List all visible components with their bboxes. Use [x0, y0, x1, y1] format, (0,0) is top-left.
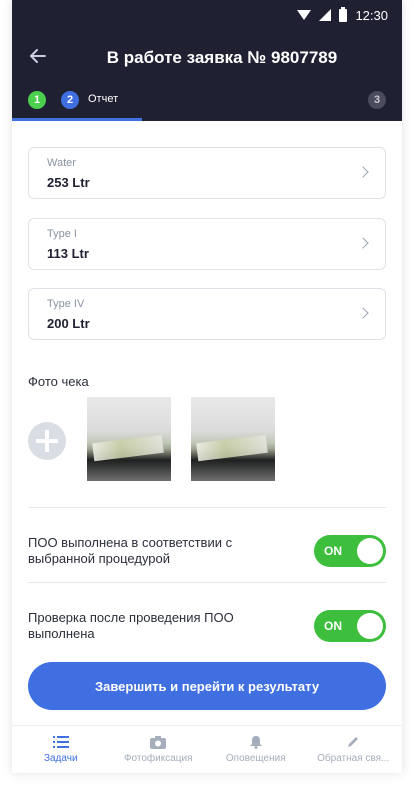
- toggle-knob: [357, 538, 383, 564]
- chevron-right-icon: [357, 166, 369, 178]
- toggle-knob: [357, 613, 383, 639]
- receipt-photo-thumbnail[interactable]: [191, 397, 275, 481]
- photo-section-title: Фото чека: [28, 374, 89, 389]
- divider: [28, 507, 386, 508]
- tab-photo[interactable]: Фотофиксация: [110, 726, 208, 773]
- field-label: Type IV: [47, 298, 85, 310]
- camera-icon: [150, 736, 167, 749]
- battery-icon: [339, 6, 348, 22]
- toggle-check[interactable]: ON: [314, 610, 386, 642]
- header: 12:30 В работе заявка № 9807789 1 2 Отче…: [12, 0, 402, 121]
- field-value: 253 Ltr: [47, 175, 90, 190]
- tab-label: Обратная свя...: [317, 753, 390, 764]
- step-2-label: Отчет: [88, 93, 119, 105]
- pencil-icon: [348, 737, 359, 747]
- list-icon: [52, 736, 69, 748]
- app-screen: 12:30 В работе заявка № 9807789 1 2 Отче…: [12, 0, 402, 773]
- tab-label: Фотофиксация: [123, 753, 193, 764]
- report-form: Water 253 Ltr Type I 113 Ltr Type IV 200…: [12, 121, 402, 725]
- back-arrow-icon[interactable]: [28, 46, 48, 66]
- field-value: 113 Ltr: [47, 246, 89, 261]
- toggle-label-procedure: ПОО выполнена в соответствии с выбранной…: [28, 535, 233, 566]
- status-time: 12:30: [355, 7, 388, 23]
- toggle-state: ON: [324, 544, 342, 558]
- field-value: 200 Ltr: [47, 316, 90, 331]
- tab-label: Задачи: [43, 753, 78, 764]
- tab-label: Оповещения: [225, 753, 286, 764]
- field-label: Water: [47, 157, 76, 169]
- page-title: В работе заявка № 9807789: [106, 48, 338, 67]
- divider: [28, 582, 386, 583]
- finish-button[interactable]: Завершить и перейти к результату: [28, 662, 386, 710]
- field-label: Type I: [47, 228, 77, 240]
- step-2-badge[interactable]: 2: [61, 91, 79, 109]
- add-photo-button[interactable]: [28, 422, 66, 460]
- field-type-i[interactable]: Type I 113 Ltr: [28, 218, 386, 270]
- tab-tasks[interactable]: Задачи: [12, 726, 110, 773]
- receipt-photo-thumbnail[interactable]: [87, 397, 171, 481]
- field-water[interactable]: Water 253 Ltr: [28, 147, 386, 199]
- bell-icon: [249, 736, 262, 749]
- toggle-label-check: Проверка после проведения ПОО выполнена: [28, 610, 234, 641]
- wifi-icon: [297, 10, 312, 20]
- stepper: 1 2 Отчет 3: [12, 88, 402, 121]
- bottom-tab-bar: Задачи Фотофиксация Оповещения Обратная …: [12, 725, 402, 773]
- step-1-badge[interactable]: 1: [28, 91, 46, 109]
- field-type-iv[interactable]: Type IV 200 Ltr: [28, 288, 386, 340]
- chevron-right-icon: [357, 237, 369, 249]
- tab-notifications[interactable]: Оповещения: [207, 726, 305, 773]
- chevron-right-icon: [357, 307, 369, 319]
- signal-icon: [319, 9, 332, 21]
- toggle-procedure[interactable]: ON: [314, 535, 386, 567]
- tab-feedback[interactable]: Обратная свя...: [305, 726, 403, 773]
- toggle-state: ON: [324, 619, 342, 633]
- step-3-badge[interactable]: 3: [368, 91, 386, 109]
- title-bar: В работе заявка № 9807789: [12, 30, 402, 86]
- status-bar: 12:30: [12, 0, 402, 30]
